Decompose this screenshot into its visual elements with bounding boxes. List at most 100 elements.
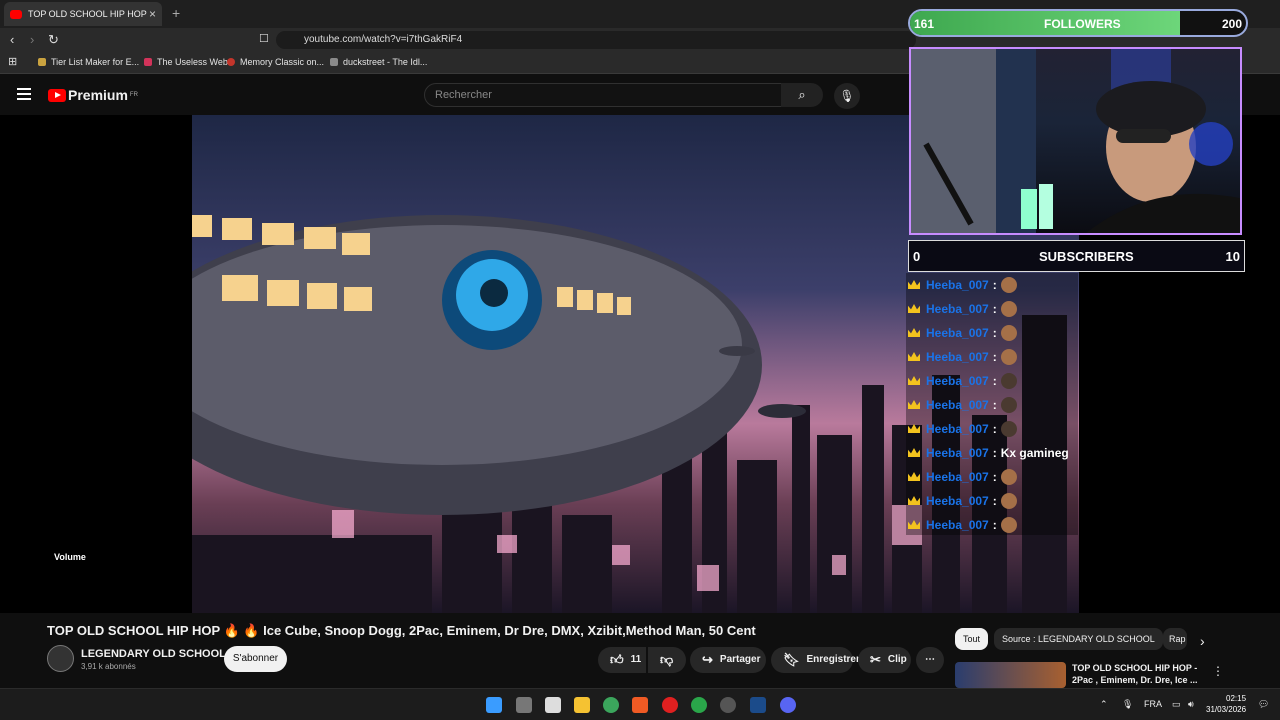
more-actions-button[interactable]: ⋯ [916,647,944,673]
channel-name[interactable]: LEGENDARY OLD SCHOOL [81,648,226,660]
voice-search-button[interactable]: 🎙 [834,83,860,109]
subscribers-goal-bar: 0 SUBSCRIBERS 10 [908,240,1245,272]
tray-chevron-icon[interactable]: ⌃ [1100,699,1108,710]
video-title: TOP OLD SCHOOL HIP HOP 🔥 🔥 Ice Cube, Sno… [47,623,756,638]
chat-message: Heeba_007: Kx gamineg [906,441,1078,464]
volume-icon[interactable]: 🔊︎ [1188,699,1194,710]
chat-message: Heeba_007: [906,321,1078,344]
file-explorer-icon[interactable] [574,697,590,713]
language-indicator[interactable]: FRA [1144,699,1162,709]
chrome-icon[interactable] [603,697,619,713]
browser-tab[interactable]: TOP OLD SCHOOL HIP HOP 🔥 × [4,2,162,26]
youtube-play-icon [48,88,66,102]
chat-username: Heeba_007 [926,421,989,436]
chat-username: Heeba_007 [926,493,989,508]
webcam-feed [911,49,1240,233]
chat-username: Heeba_007 [926,325,989,340]
youtube-premium-logo[interactable]: Premium FR [48,87,138,103]
windows-start-icon[interactable] [486,697,502,713]
crown-badge-icon [908,424,920,433]
followers-goal-bar: 161 FOLLOWERS 200 [908,9,1248,37]
chat-message: Heeba_007: [906,393,1078,416]
clock-time: 02:15 [1226,694,1247,703]
chat-separator: : [992,349,997,364]
crown-badge-icon [908,280,920,289]
hamburger-menu-icon[interactable] [17,88,31,100]
crown-badge-icon [908,376,920,385]
brave-icon[interactable] [632,697,648,713]
url-field[interactable]: youtube.com/watch?v=i7thGakRiF4 [276,31,916,49]
recommendation-more-icon[interactable]: ⋮ [1212,664,1224,678]
forward-icon[interactable]: › [30,32,34,47]
monkey-emote-icon [1000,324,1017,341]
chat-separator: : [992,301,997,316]
bookmark-item[interactable]: The Useless Web [144,57,228,67]
chat-message: Heeba_007: [906,489,1078,512]
crown-badge-icon [908,520,920,529]
chat-message: Heeba_007: [906,465,1078,488]
save-button[interactable]: 🔖︎ Enregistrer [771,647,860,673]
tab-close-icon[interactable]: × [149,7,156,21]
chat-message: Heeba_007: [906,297,1078,320]
store-icon[interactable] [545,697,561,713]
microphone-icon: 🎙 [839,89,855,103]
chat-message: Heeba_007: [906,513,1078,536]
scissors-icon: ✂ [870,652,881,667]
apps-grid-icon[interactable]: ⊞ [8,55,17,68]
bookmark-item[interactable]: Tier List Maker for E... [38,57,139,67]
hand-emote-icon [1000,372,1017,389]
chat-separator: : [992,493,997,508]
windows-taskbar: ⌃ 🎙 FRA ▭ 🔊︎ 02:15 31/03/2026 💬︎ [0,688,1280,720]
crown-badge-icon [908,352,920,361]
hand-emote-icon [1000,396,1017,413]
system-clock[interactable]: 02:15 31/03/2026 [1206,693,1246,715]
chips-next-chevron-icon[interactable]: › [1200,633,1205,649]
new-tab-button[interactable]: + [172,5,180,21]
monkey-emote-icon [1000,468,1017,485]
recommendation-title[interactable]: TOP OLD SCHOOL HIP HOP - 2Pac , Eminem, … [1072,662,1202,686]
network-icon[interactable]: ▭ [1172,699,1181,710]
like-button[interactable]: 👍︎ 11 [598,647,646,673]
followers-goal: 200 [1221,17,1242,31]
search-input[interactable]: Rechercher [424,83,782,107]
chip-all[interactable]: Tout [955,628,989,650]
more-icon: ⋯ [925,654,935,665]
chip-source[interactable]: Source : LEGENDARY OLD SCHOOL [994,628,1163,650]
dislike-button[interactable]: 👎︎ [648,647,686,673]
monkey-emote-icon [1000,276,1017,293]
clock-date: 31/03/2026 [1206,705,1247,714]
channel-avatar[interactable] [47,645,74,672]
share-button[interactable]: ↪ Partager [690,647,766,673]
search-button[interactable]: ⌕ [781,83,823,107]
recommendation-thumbnail[interactable] [955,662,1066,688]
chat-username: Heeba_007 [926,301,989,316]
bookmark-item[interactable]: Memory Classic on... [227,57,324,67]
reload-icon[interactable]: ↻ [48,32,59,48]
clip-button[interactable]: ✂ Clip [858,647,911,673]
thumbs-down-icon: 👎︎ [660,652,674,667]
discord-icon[interactable] [780,697,796,713]
app-icon[interactable] [720,697,736,713]
opera-icon[interactable] [662,697,678,713]
chat-separator: : [992,421,997,436]
chat-message: Heeba_007: [906,273,1078,296]
chat-message: Heeba_007: [906,417,1078,440]
bookmark-item[interactable]: duckstreet - The Idl... [330,57,427,67]
chat-separator: : [992,445,997,460]
crown-badge-icon [908,304,920,313]
chip-rap[interactable]: Rap [1163,628,1187,650]
subscribe-button[interactable]: S'abonner [224,646,287,672]
chat-username: Heeba_007 [926,517,989,532]
chat-separator: : [992,373,997,388]
back-icon[interactable]: ‹ [10,32,14,47]
task-view-icon[interactable] [516,697,532,713]
chat-overlay: Heeba_007: Heeba_007: Heeba_007: Heeba_007:… [906,273,1078,535]
microphone-tray-icon[interactable]: 🎙 [1122,699,1133,710]
steam-icon[interactable] [750,697,766,713]
bookmark-icon[interactable]: ☐ [259,32,269,45]
notifications-icon[interactable]: 💬︎ [1258,699,1269,710]
followers-label: FOLLOWERS [1044,17,1121,31]
chat-separator: : [992,397,997,412]
url-text: youtube.com/watch?v=i7thGakRiF4 [304,34,463,45]
xbox-icon[interactable] [691,697,707,713]
